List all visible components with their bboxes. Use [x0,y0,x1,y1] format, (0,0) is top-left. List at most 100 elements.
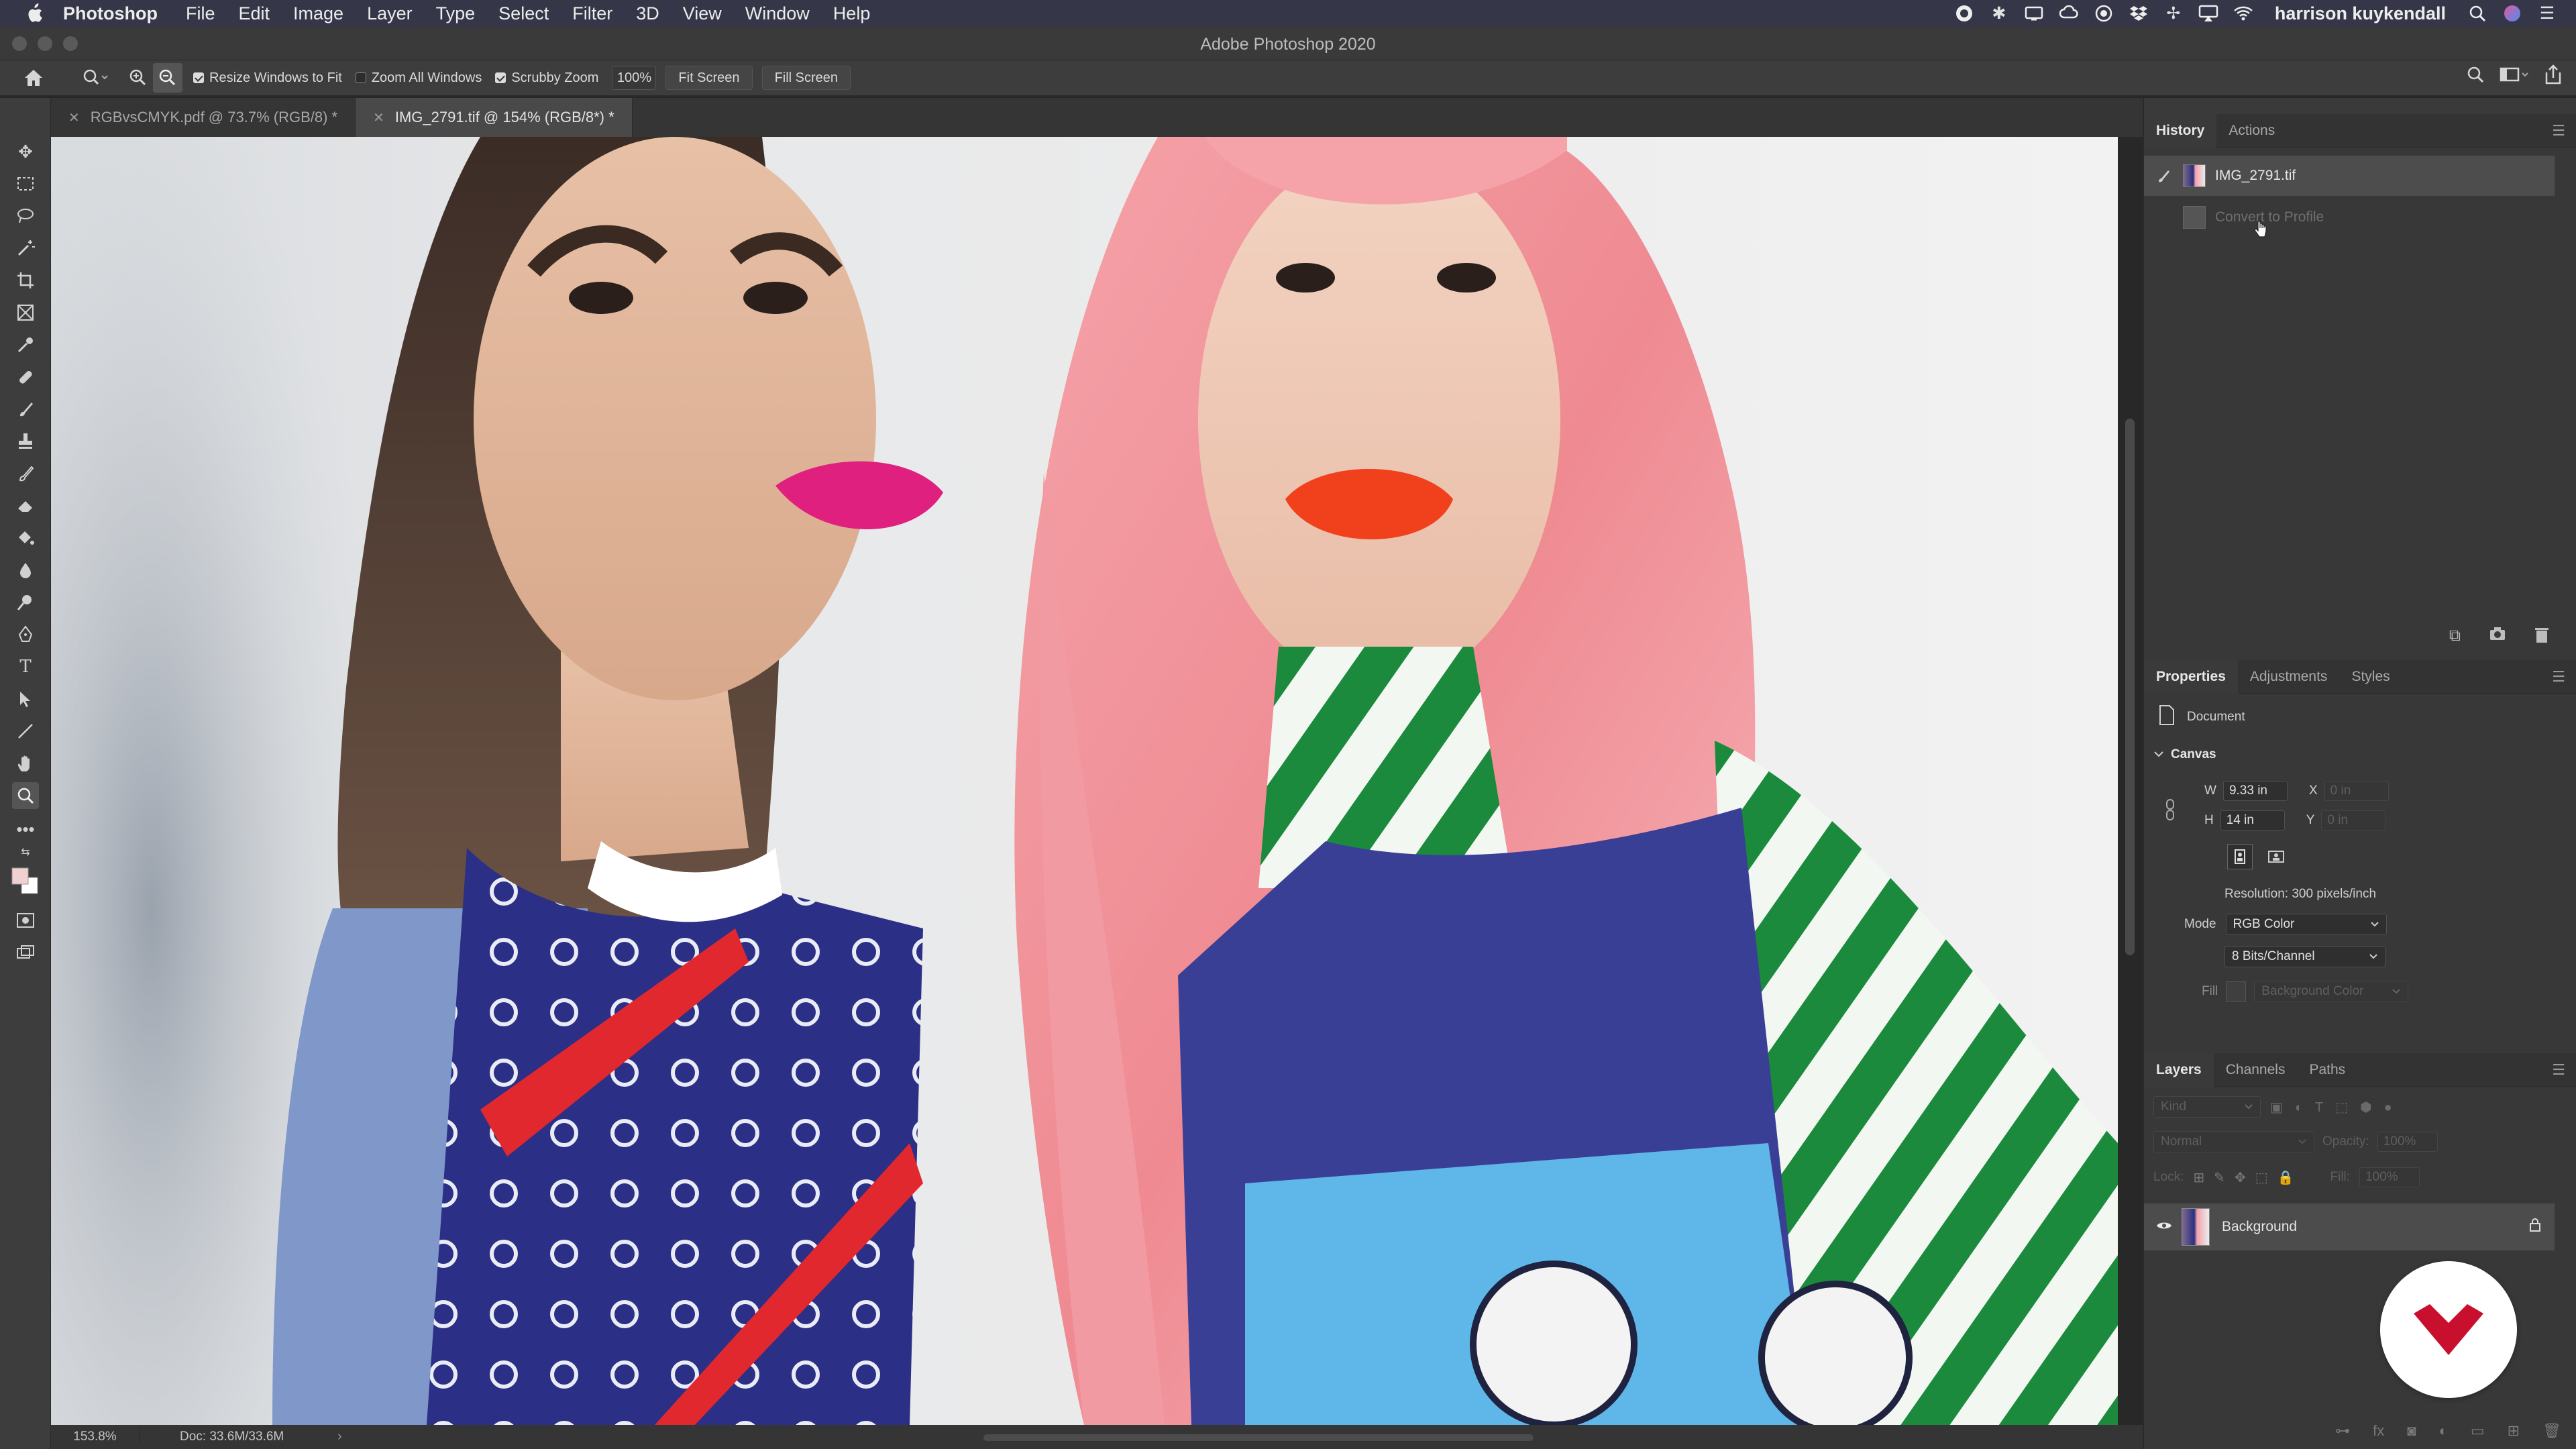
screen-icon[interactable] [2024,3,2044,23]
x-field[interactable]: 0 in [2324,781,2389,801]
eraser-tool-icon[interactable] [12,492,39,519]
new-layer-icon[interactable]: ⊞ [2508,1422,2520,1440]
layer-row-background[interactable]: Background [2144,1203,2555,1250]
layer-name[interactable]: Background [2222,1219,2297,1235]
frame-tool-icon[interactable] [12,299,39,326]
horizontal-scrollbar[interactable] [983,1434,1534,1441]
healing-brush-tool-icon[interactable] [12,364,39,390]
fill-screen-button[interactable]: Fill Screen [761,66,851,90]
fit-screen-button[interactable]: Fit Screen [665,66,753,90]
zoom-all-windows-checkbox[interactable] [355,72,366,83]
blend-mode-select[interactable]: Normal [2153,1131,2314,1152]
tab-styles[interactable]: Styles [2339,660,2402,694]
siri-icon[interactable] [2502,3,2522,23]
history-item[interactable]: Convert to Profile [2144,197,2555,237]
close-tab-icon[interactable]: ✕ [68,109,80,126]
eye-visibility-icon[interactable] [2156,1219,2172,1235]
link-icon-wrap[interactable] [2164,781,2176,825]
height-field[interactable]: 14 in [2220,810,2285,830]
history-brush-source-icon[interactable] [2155,168,2174,183]
pen-tool-icon[interactable] [12,621,39,648]
resize-windows-checkbox[interactable] [193,72,204,83]
group-folder-icon[interactable]: ▭ [2471,1422,2485,1440]
search-icon[interactable] [2466,65,2485,88]
dropbox-icon[interactable] [2129,3,2149,23]
layer-filter-icons[interactable]: ▣◐T⬚⬢● [2270,1099,2404,1116]
doc-tab-rgbvscmyk[interactable]: ✕ RGBvsCMYK.pdf @ 73.7% (RGB/8) * [51,98,356,137]
zoom-level[interactable]: 153.8% [51,1430,140,1444]
quick-mask-icon[interactable] [12,907,39,934]
lasso-tool-icon[interactable] [12,203,39,229]
creative-cloud-icon[interactable] [2059,3,2079,23]
menu-filter[interactable]: Filter [572,3,612,24]
y-field[interactable]: 0 in [2321,810,2386,830]
trash-icon[interactable] [2534,627,2549,649]
camera-icon[interactable] [2489,627,2506,649]
panel-menu-icon[interactable]: ☰ [2552,122,2565,140]
tab-adjustments[interactable]: Adjustments [2238,660,2340,694]
fill-swatch[interactable] [2226,981,2247,1002]
panel-menu-icon[interactable]: ☰ [2552,1061,2565,1079]
eyedropper-tool-icon[interactable] [12,331,39,358]
menu-window[interactable]: Window [745,3,810,24]
airplay-icon[interactable] [2198,3,2218,23]
close-tab-icon[interactable]: ✕ [373,109,384,126]
crop-tool-icon[interactable] [12,267,39,294]
menu-type[interactable]: Type [436,3,476,24]
zoom-out-icon[interactable] [153,63,182,93]
user-name[interactable]: harrison kuykendall [2275,3,2446,24]
grid-icon[interactable]: ✢ [2163,3,2184,23]
history-item[interactable]: IMG_2791.tif [2144,156,2555,196]
app-menu[interactable]: Photoshop [63,3,158,24]
search-icon[interactable] [2467,3,2487,23]
menu-help[interactable]: Help [833,3,871,24]
scrubby-zoom-checkbox[interactable] [495,72,506,83]
landscape-orientation-icon[interactable] [2263,844,2289,869]
hand-tool-icon[interactable] [12,750,39,777]
tab-layers[interactable]: Layers [2144,1053,2214,1087]
fx-icon[interactable]: fx [2373,1422,2384,1440]
zoom-tool-icon[interactable] [12,782,39,809]
scrubby-zoom-option[interactable]: Scrubby Zoom [495,70,598,86]
menu-edit[interactable]: Edit [239,3,270,24]
sync-icon[interactable] [2094,3,2114,23]
menu-3d[interactable]: 3D [636,3,659,24]
record-icon[interactable] [1954,3,1974,23]
tab-channels[interactable]: Channels [2214,1053,2298,1087]
color-swatches[interactable] [8,863,42,900]
workspace-icon[interactable] [2500,65,2529,88]
panel-menu-icon[interactable]: ☰ [2552,668,2565,686]
paint-bucket-tool-icon[interactable] [12,525,39,551]
link-layers-icon[interactable]: ⊶ [2335,1422,2350,1440]
fill-select[interactable]: Background Color [2254,981,2409,1002]
type-tool-icon[interactable]: T [12,653,39,680]
trash-icon[interactable]: 🗑 [2542,1422,2561,1440]
zoom-all-windows-option[interactable]: Zoom All Windows [355,70,482,86]
screen-mode-icon[interactable] [12,939,39,966]
blur-tool-icon[interactable] [12,557,39,584]
zoom-in-icon[interactable] [123,63,153,93]
link-icon[interactable] [2164,798,2176,825]
zoom-tool-preset-icon[interactable] [80,63,110,93]
adjustment-layer-icon[interactable]: ◐ [2439,1422,2448,1440]
canvas-section-header[interactable]: Canvas [2153,747,2216,762]
clone-stamp-tool-icon[interactable] [12,428,39,455]
menu-image[interactable]: Image [293,3,343,24]
wifi-icon[interactable] [2233,3,2253,23]
lock-options-icons[interactable]: ⊞✎✥⬚🔒 [2193,1169,2303,1186]
portrait-orientation-icon[interactable] [2227,844,2253,869]
lock-icon[interactable] [2529,1218,2541,1236]
line-tool-icon[interactable] [12,718,39,745]
width-field[interactable]: 9.33 in [2222,781,2288,801]
share-icon[interactable] [2544,64,2563,89]
brush-tool-icon[interactable] [12,396,39,423]
mode-select[interactable]: RGB Color [2225,914,2387,935]
zoom-100-button[interactable]: 100% [612,66,657,90]
tab-paths[interactable]: Paths [2297,1053,2357,1087]
document-image[interactable] [51,137,2118,1425]
tab-history[interactable]: History [2144,113,2217,148]
marquee-tool-icon[interactable] [12,170,39,197]
path-selection-tool-icon[interactable] [12,686,39,712]
bit-depth-select[interactable]: 8 Bits/Channel [2224,946,2385,967]
history-brush-tool-icon[interactable] [12,460,39,487]
